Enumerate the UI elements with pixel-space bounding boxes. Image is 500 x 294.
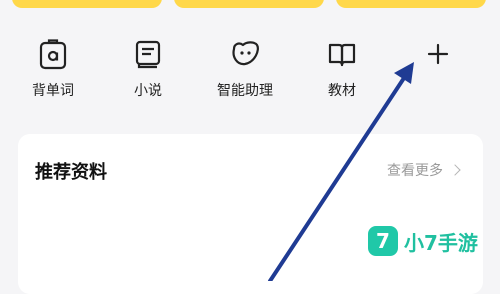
shortcut-label: 背单词 [32,83,74,99]
shortcut-vocabulary[interactable]: 背单词 [13,34,93,100]
watermark-text: 小7手游 [404,230,478,255]
add-shortcut-button[interactable] [398,34,478,74]
top-card-2[interactable] [174,0,324,8]
view-more-link[interactable]: 查看更多 [387,160,461,180]
chevron-right-icon [449,164,461,176]
recommend-card: 推荐资料 查看更多 [18,134,483,294]
top-banner-strip [0,0,500,14]
shortcut-textbook[interactable]: 教材 [302,34,382,100]
novel-icon [128,34,168,74]
top-card-1[interactable] [12,0,162,8]
top-card-3[interactable] [336,0,486,8]
shortcut-assistant[interactable]: 智能助理 [205,34,285,100]
site-watermark: 7 小7手游 [368,226,478,256]
shortcut-novel[interactable]: 小说 [108,34,188,100]
view-more-label: 查看更多 [387,163,443,179]
shortcut-label: 小说 [134,83,162,99]
textbook-icon [322,34,362,74]
shortcut-row: 背单词 小说 智能助理 教材 [0,34,500,114]
watermark-logo: 7 [368,226,398,256]
shortcut-label: 教材 [328,83,356,99]
assistant-icon [225,34,265,74]
shortcut-label: 智能助理 [217,83,273,99]
recommend-title: 推荐资料 [35,162,107,183]
vocabulary-icon [33,34,73,74]
plus-icon [418,34,458,74]
